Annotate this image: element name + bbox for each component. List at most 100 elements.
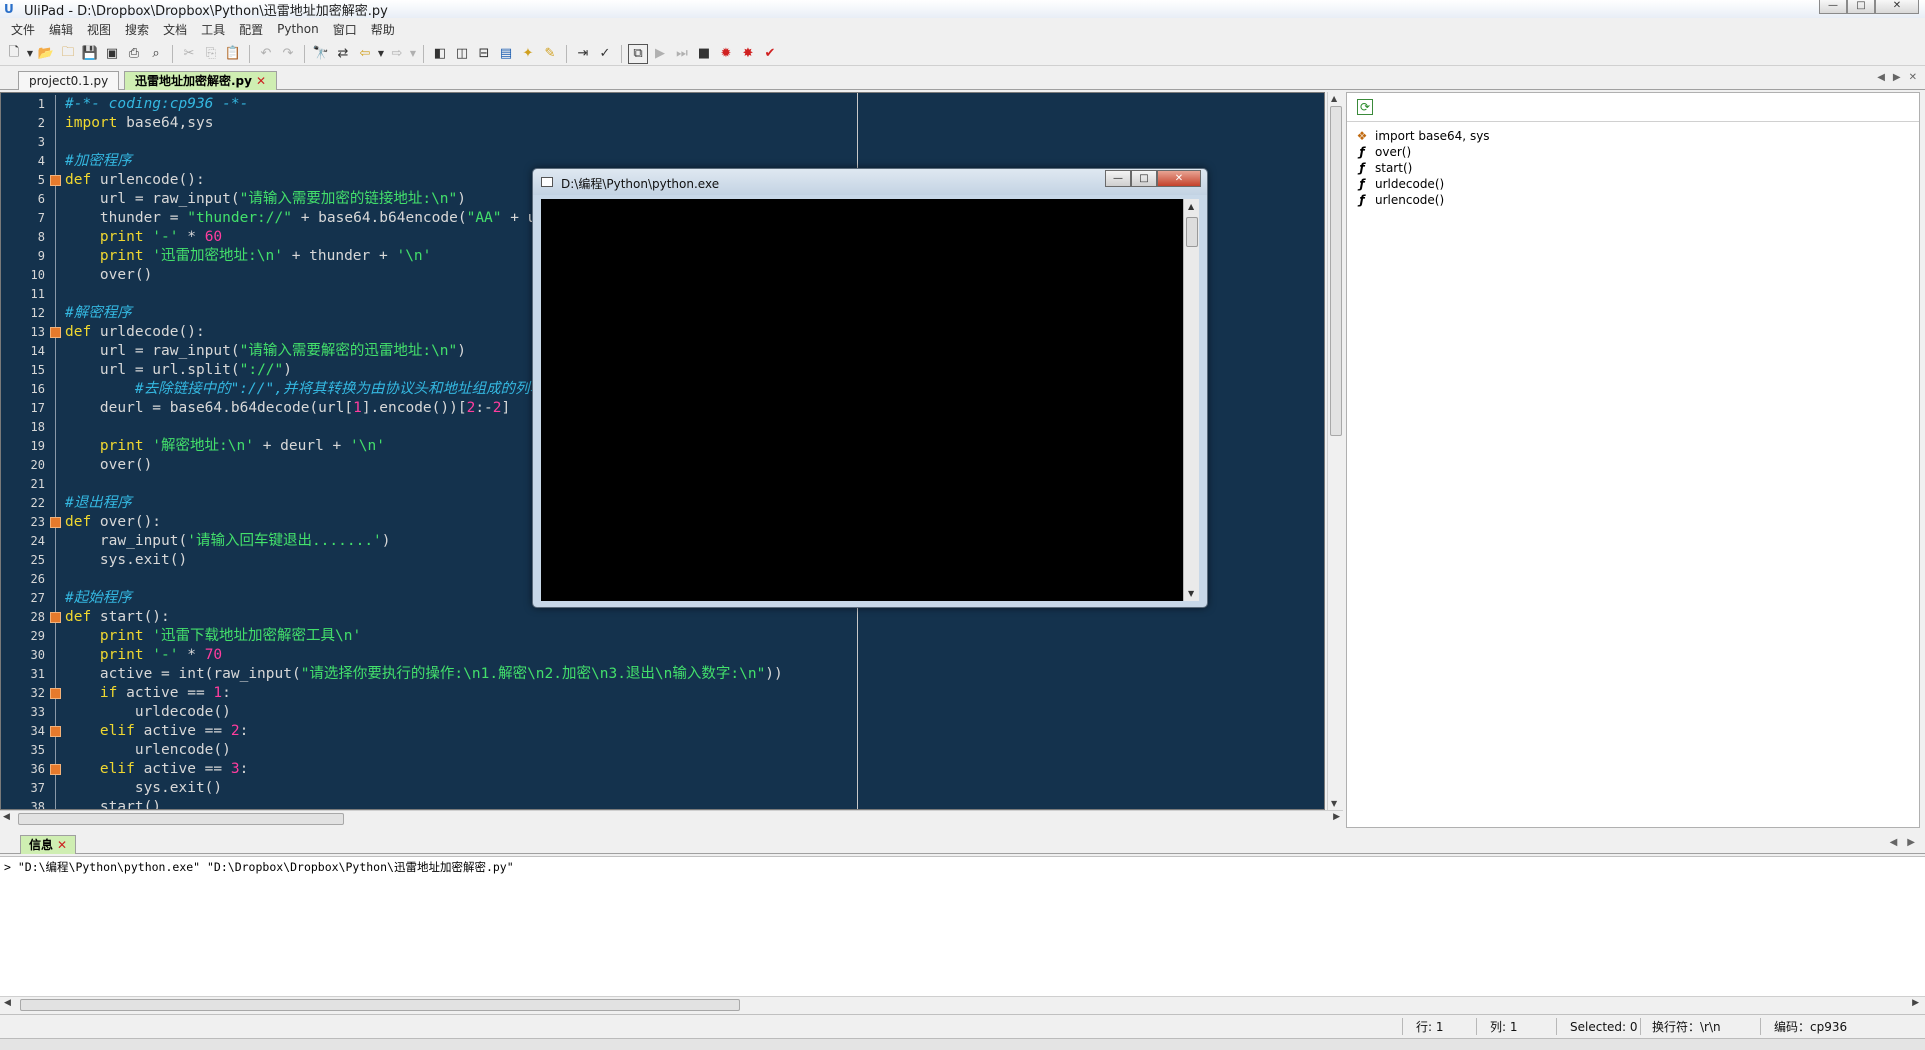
scroll-thumb[interactable] <box>1330 106 1342 436</box>
console-title-bar[interactable]: D:\编程\Python\python.exe — □ ✕ <box>533 169 1207 195</box>
menu-config[interactable]: 配置 <box>232 21 270 38</box>
scroll-left-icon[interactable]: ◀ <box>3 812 10 822</box>
fold-marker-icon[interactable] <box>50 175 61 186</box>
menu-search[interactable]: 搜索 <box>118 21 156 38</box>
console-window[interactable]: D:\编程\Python\python.exe — □ ✕ ▲ ▼ <box>532 168 1208 608</box>
debug-icon[interactable]: ✸ <box>738 44 758 64</box>
menu-window[interactable]: 窗口 <box>326 21 364 38</box>
fold-marker-icon[interactable] <box>50 688 61 699</box>
undo-icon[interactable]: ↶ <box>256 44 276 64</box>
scroll-right-icon[interactable]: ▶ <box>1333 812 1340 822</box>
dropdown-arrow-icon[interactable]: ▼ <box>377 44 385 64</box>
code-line[interactable]: 29 print '迅雷下载地址加密解密工具\n' <box>1 627 1321 646</box>
code-line[interactable]: 33 urldecode() <box>1 703 1321 722</box>
save-icon[interactable]: 💾 <box>80 44 100 64</box>
replace-icon[interactable]: ⇄ <box>333 44 353 64</box>
open-folder-icon[interactable]: 🗀 <box>58 44 78 64</box>
code-line[interactable]: 1 #-*- coding:cp936 -*- <box>1 95 1321 114</box>
code-line[interactable]: 37 sys.exit() <box>1 779 1321 798</box>
tab-close-icon[interactable]: ✕ <box>57 838 67 852</box>
tab-thunder-script[interactable]: 迅雷地址加密解密.py ✕ <box>124 71 278 90</box>
split-icon[interactable]: ◫ <box>452 44 472 64</box>
tab-info[interactable]: 信息 ✕ <box>20 835 77 854</box>
open-icon[interactable]: 📂 <box>36 44 56 64</box>
console-screen[interactable] <box>541 199 1183 601</box>
scroll-thumb[interactable] <box>18 813 344 825</box>
scroll-left-icon[interactable]: ◀ <box>4 998 11 1008</box>
console-minimize-button[interactable]: — <box>1105 170 1131 187</box>
close-button[interactable]: ✕ <box>1875 0 1919 14</box>
print-preview-icon[interactable]: ⌕ <box>146 44 166 64</box>
code-line[interactable]: 34 elif active == 2: <box>1 722 1321 741</box>
scroll-right-icon[interactable]: ▶ <box>1912 998 1919 1008</box>
paste-icon[interactable]: 📋 <box>223 44 243 64</box>
run-icon[interactable]: ▶ <box>650 44 670 64</box>
code-line[interactable]: 2 import base64,sys <box>1 114 1321 133</box>
stop-icon[interactable]: ■ <box>694 44 714 64</box>
menu-document[interactable]: 文档 <box>156 21 194 38</box>
menu-python[interactable]: Python <box>270 22 326 36</box>
tab-close-icon[interactable]: ✕ <box>256 74 266 88</box>
new-file-icon[interactable]: 🗋 <box>4 44 24 64</box>
edit-icon[interactable]: ✎ <box>540 44 560 64</box>
console-maximize-button[interactable]: □ <box>1131 170 1157 187</box>
forward-icon[interactable]: ⇨ <box>387 44 407 64</box>
comment-icon[interactable]: ✓ <box>595 44 615 64</box>
copy-icon[interactable]: ⎘ <box>201 44 221 64</box>
code-line[interactable]: 30 print '-' * 70 <box>1 646 1321 665</box>
fold-marker-icon[interactable] <box>50 726 61 737</box>
outline-item[interactable]: ƒ urlencode() <box>1355 191 1444 209</box>
menu-tools[interactable]: 工具 <box>194 21 232 38</box>
scroll-down-icon[interactable]: ▼ <box>1188 589 1194 598</box>
minimize-button[interactable]: — <box>1819 0 1847 14</box>
tab-next-icon[interactable]: ▶ <box>1893 72 1901 83</box>
print-icon[interactable]: ⎙ <box>124 44 144 64</box>
code-line[interactable]: 32 if active == 1: <box>1 684 1321 703</box>
scroll-thumb[interactable] <box>20 999 740 1011</box>
redo-icon[interactable]: ↷ <box>278 44 298 64</box>
code-line[interactable]: 28 def start(): <box>1 608 1321 627</box>
scroll-thumb[interactable] <box>1186 217 1198 247</box>
tab-next-icon[interactable]: ▶ <box>1907 837 1915 848</box>
fold-marker-icon[interactable] <box>50 327 61 338</box>
code-line[interactable]: 31 active = int(raw_input("请选择你要执行的操作:\n… <box>1 665 1321 684</box>
snippet-icon[interactable]: ✦ <box>518 44 538 64</box>
tab-prev-icon[interactable]: ◀ <box>1877 72 1885 83</box>
fold-marker-icon[interactable] <box>50 764 61 775</box>
bug-icon[interactable]: ✹ <box>716 44 736 64</box>
scroll-up-icon[interactable]: ▲ <box>1188 202 1194 211</box>
save-all-icon[interactable]: ▣ <box>102 44 122 64</box>
dropdown-arrow-icon[interactable]: ▼ <box>26 44 34 64</box>
menu-help[interactable]: 帮助 <box>364 21 402 38</box>
tab-project[interactable]: project0.1.py <box>18 71 120 90</box>
layout-icon[interactable]: ⊟ <box>474 44 494 64</box>
code-line[interactable]: 36 elif active == 3: <box>1 760 1321 779</box>
code-line[interactable]: 3 <box>1 133 1321 152</box>
console-vertical-scrollbar[interactable]: ▲ ▼ <box>1183 199 1199 601</box>
shell-icon[interactable]: ▤ <box>496 44 516 64</box>
tab-close-all-icon[interactable]: ✕ <box>1909 72 1917 83</box>
cut-icon[interactable]: ✂ <box>179 44 199 64</box>
menu-file[interactable]: 文件 <box>4 21 42 38</box>
scroll-down-icon[interactable]: ▼ <box>1331 799 1337 808</box>
tab-prev-icon[interactable]: ◀ <box>1890 837 1898 848</box>
editor-vertical-scrollbar[interactable]: ▲ ▼ <box>1327 92 1343 810</box>
menu-view[interactable]: 视图 <box>80 21 118 38</box>
maximize-button[interactable]: □ <box>1847 0 1875 14</box>
fold-marker-icon[interactable] <box>50 517 61 528</box>
back-icon[interactable]: ⇦ <box>355 44 375 64</box>
run-window-icon[interactable]: ⧉ <box>628 43 648 64</box>
output-panel[interactable]: > "D:\编程\Python\python.exe" "D:\Dropbox\… <box>0 856 1925 996</box>
indent-icon[interactable]: ⇥ <box>573 44 593 64</box>
dropdown-arrow-icon[interactable]: ▼ <box>409 44 417 64</box>
sidebar-icon[interactable]: ◧ <box>430 44 450 64</box>
step-icon[interactable]: ⏭ <box>672 44 692 64</box>
refresh-icon[interactable]: ⟳ <box>1357 99 1373 115</box>
check-icon[interactable]: ✔ <box>760 44 780 64</box>
find-icon[interactable]: 🔭 <box>311 44 331 64</box>
code-line[interactable]: 38 start() <box>1 798 1321 809</box>
code-line[interactable]: 35 urlencode() <box>1 741 1321 760</box>
editor-horizontal-scrollbar[interactable]: ◀ ▶ <box>0 810 1343 826</box>
output-horizontal-scrollbar[interactable]: ◀ ▶ <box>0 996 1925 1012</box>
console-close-button[interactable]: ✕ <box>1157 170 1201 187</box>
